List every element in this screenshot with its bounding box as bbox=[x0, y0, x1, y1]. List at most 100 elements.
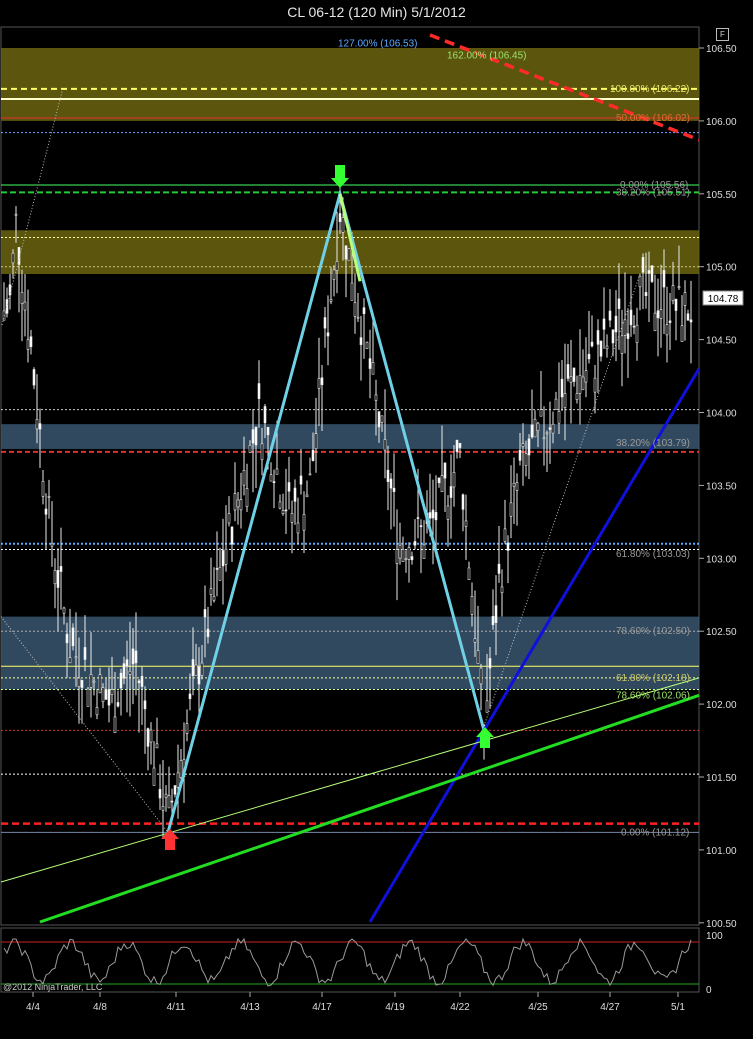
candle-body bbox=[446, 505, 450, 520]
candle-body bbox=[377, 411, 381, 428]
candle-body bbox=[656, 310, 660, 319]
candle-body bbox=[386, 469, 390, 482]
candle-body bbox=[125, 659, 129, 667]
candle-body bbox=[326, 332, 330, 337]
candle-body bbox=[242, 469, 246, 486]
candle-body bbox=[332, 269, 336, 280]
candle-body bbox=[263, 406, 267, 424]
candle-body bbox=[527, 438, 531, 456]
candle-body bbox=[47, 496, 51, 498]
candle-body bbox=[215, 568, 219, 570]
candle-body bbox=[584, 370, 588, 383]
candle-body bbox=[101, 687, 105, 703]
x-tick-label: 4/11 bbox=[167, 1002, 186, 1013]
candle-body bbox=[368, 358, 372, 369]
candle-body bbox=[569, 376, 573, 383]
candle-body bbox=[665, 324, 669, 336]
candle-body bbox=[137, 680, 141, 684]
candle-body bbox=[212, 595, 216, 601]
x-tick-label: 4/4 bbox=[26, 1002, 40, 1013]
candle-body bbox=[131, 648, 135, 665]
candle-body bbox=[95, 707, 99, 716]
candle-body bbox=[308, 473, 312, 476]
x-tick-label: 4/27 bbox=[600, 1002, 620, 1013]
candle-body bbox=[335, 261, 339, 271]
candle-body bbox=[497, 563, 501, 574]
candle-body bbox=[38, 423, 42, 430]
candle-body bbox=[155, 743, 159, 749]
candle-body bbox=[428, 512, 432, 519]
price-panel bbox=[0, 26, 700, 926]
candle-body bbox=[245, 488, 249, 507]
x-tick-label: 4/13 bbox=[240, 1002, 260, 1013]
candle-body bbox=[485, 700, 489, 713]
candle-body bbox=[314, 433, 318, 450]
candle-body bbox=[266, 426, 270, 436]
osc-tick-label: 0 bbox=[706, 985, 712, 996]
candle-body bbox=[536, 422, 540, 432]
candle-body bbox=[479, 667, 483, 685]
candle-body bbox=[431, 509, 435, 519]
y-tick-label: 104.50 bbox=[706, 336, 737, 347]
candle-body bbox=[545, 432, 549, 435]
candle-body bbox=[257, 383, 261, 399]
candle-body bbox=[581, 376, 585, 391]
candle-body bbox=[110, 689, 114, 695]
candle-body bbox=[185, 723, 189, 734]
candle-body bbox=[146, 728, 150, 747]
candle-body bbox=[86, 688, 90, 707]
candle-body bbox=[284, 509, 288, 512]
candle-body bbox=[41, 481, 45, 497]
candle-body bbox=[458, 442, 462, 448]
candle-body bbox=[683, 292, 687, 306]
candle-body bbox=[392, 487, 396, 492]
fib-label: 127.00% (106.53) bbox=[338, 39, 418, 50]
candle-body bbox=[11, 252, 15, 264]
candle-body bbox=[299, 475, 303, 485]
candle-body bbox=[134, 650, 138, 664]
y-tick-label: 101.00 bbox=[706, 846, 737, 857]
candle-body bbox=[614, 315, 618, 333]
candle-body bbox=[161, 806, 165, 811]
candle-body bbox=[470, 596, 474, 615]
candle-body bbox=[356, 316, 360, 319]
x-tick-label: 4/22 bbox=[450, 1002, 470, 1013]
price-chart: 127.00% (106.53) 162.00% (106.45) 100.00% … bbox=[0, 26, 744, 1013]
candle-body bbox=[260, 443, 264, 461]
candle-body bbox=[554, 398, 558, 410]
candle-body bbox=[209, 588, 213, 595]
candle-body bbox=[56, 570, 60, 588]
candle-body bbox=[410, 556, 414, 561]
current-price-label: 104.78 bbox=[708, 294, 739, 305]
candle-body bbox=[92, 680, 96, 683]
candle-body bbox=[158, 788, 162, 799]
candle-body bbox=[344, 245, 348, 260]
candle-body bbox=[236, 499, 240, 508]
candle-body bbox=[74, 656, 78, 659]
candle-body bbox=[173, 785, 177, 795]
y-tick-label: 103.00 bbox=[706, 554, 737, 565]
candle-body bbox=[467, 567, 471, 580]
candle-body bbox=[680, 325, 684, 342]
candle-body bbox=[398, 544, 402, 559]
x-tick-label: 4/17 bbox=[312, 1002, 332, 1013]
candle-body bbox=[98, 674, 102, 694]
candle-body bbox=[560, 378, 564, 398]
copyright-text: @2012 NinjaTrader, LLC bbox=[3, 982, 103, 992]
candle-body bbox=[140, 676, 144, 687]
candle-body bbox=[422, 544, 426, 559]
candle-body bbox=[341, 217, 345, 233]
candle-body bbox=[251, 429, 255, 444]
candle-body bbox=[302, 514, 306, 531]
candle-body bbox=[128, 670, 132, 675]
candle-body bbox=[254, 426, 258, 446]
candle-body bbox=[272, 481, 276, 484]
candle-body bbox=[617, 298, 621, 309]
candle-body bbox=[323, 317, 327, 329]
candle-body bbox=[578, 375, 582, 394]
candle-body bbox=[620, 335, 624, 354]
candle-body bbox=[149, 729, 153, 743]
y-tick-label: 105.00 bbox=[706, 263, 737, 274]
candle-body bbox=[89, 674, 93, 688]
candle-body bbox=[632, 325, 636, 328]
